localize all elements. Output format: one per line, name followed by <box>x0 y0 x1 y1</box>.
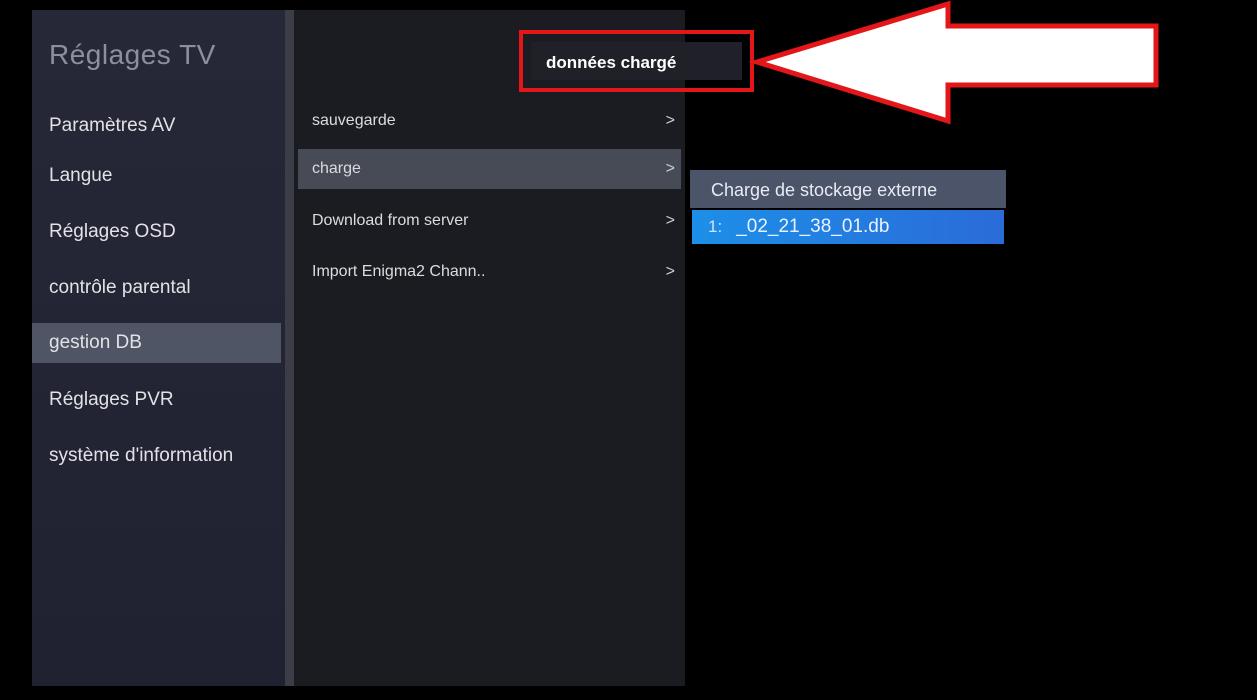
annotation-arrow-icon <box>748 0 1159 125</box>
